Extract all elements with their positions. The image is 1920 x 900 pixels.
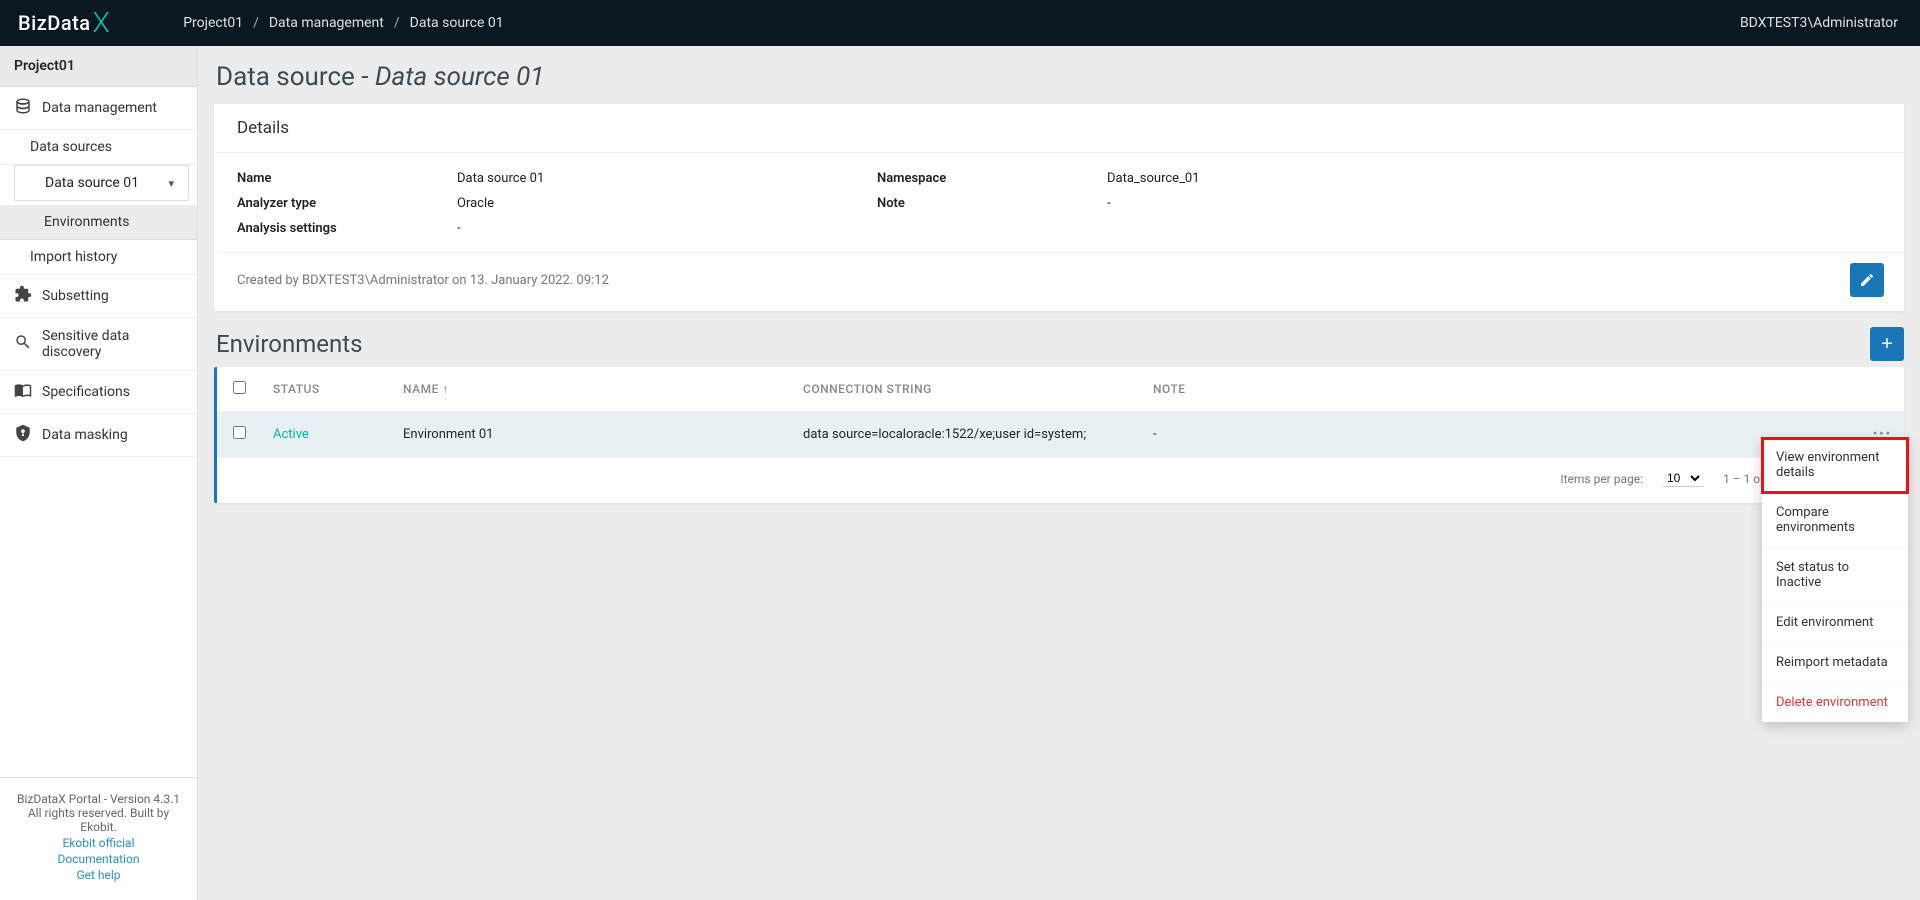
row-name: Environment 01 <box>391 412 791 458</box>
breadcrumb: Project01 / Data management / Data sourc… <box>183 15 503 31</box>
select-all-checkbox[interactable] <box>233 381 246 394</box>
environments-table: STATUS NAME ↑ CONNECTION STRING NOTE Act… <box>217 367 1904 458</box>
page-title-prefix: Data source - <box>216 62 375 92</box>
col-conn[interactable]: CONNECTION STRING <box>791 367 1141 412</box>
environments-section-title: Environments + <box>216 327 1904 361</box>
breadcrumb-sep: / <box>394 15 400 31</box>
row-note: - <box>1141 412 1854 458</box>
breadcrumb-item-project[interactable]: Project01 <box>183 15 243 31</box>
puzzle-icon <box>14 285 32 307</box>
footer-link-ekobit[interactable]: Ekobit official <box>10 836 187 850</box>
row-context-menu: View environment details Compare environ… <box>1762 438 1908 722</box>
footer-link-docs[interactable]: Documentation <box>10 852 187 866</box>
sidebar-sub-import-history[interactable]: Import history <box>0 240 197 275</box>
menu-reimport-metadata[interactable]: Reimport metadata <box>1762 643 1908 683</box>
env-header-text: Environments <box>216 330 362 358</box>
pager-label: Items per page: <box>1560 472 1643 486</box>
shield-icon <box>14 424 32 446</box>
database-icon <box>14 97 32 119</box>
sidebar-item-sensitive-discovery[interactable]: Sensitive data discovery <box>0 318 197 371</box>
detail-label-analyzer: Analyzer type <box>237 196 457 211</box>
edit-icon <box>1859 272 1875 288</box>
sidebar: Project01 Data management Data sources D… <box>0 46 198 900</box>
breadcrumb-item-dm[interactable]: Data management <box>269 15 384 31</box>
sidebar-sub-environments[interactable]: Environments <box>0 205 197 240</box>
sidebar-project[interactable]: Project01 <box>0 46 197 87</box>
row-conn: data source=localoracle:1522/xe;user id=… <box>791 412 1141 458</box>
col-status[interactable]: STATUS <box>261 367 391 412</box>
logo-text: BizData <box>18 11 91 35</box>
details-card-header: Details <box>217 104 1904 153</box>
search-icon <box>14 333 32 355</box>
sidebar-item-label: Subsetting <box>42 288 109 304</box>
sidebar-sub-data-sources[interactable]: Data sources <box>0 130 197 165</box>
details-card: Details Name Data source 01 Namespace Da… <box>214 104 1904 311</box>
add-environment-button[interactable]: + <box>1870 327 1904 361</box>
menu-delete-environment[interactable]: Delete environment <box>1762 683 1908 722</box>
sidebar-footer: BizDataX Portal - Version 4.3.1 All righ… <box>0 777 197 900</box>
items-per-page-select[interactable]: 10 <box>1663 470 1703 487</box>
row-status: Active <box>261 412 391 458</box>
created-text: Created by BDXTEST3\Administrator on 13.… <box>237 273 609 288</box>
footer-copyright: All rights reserved. Built by Ekobit. <box>10 806 187 834</box>
footer-link-help[interactable]: Get help <box>10 868 187 882</box>
detail-value-settings: - <box>457 221 877 236</box>
breadcrumb-item-ds[interactable]: Data source 01 <box>410 15 504 31</box>
menu-set-inactive[interactable]: Set status to Inactive <box>1762 548 1908 603</box>
detail-value-analyzer: Oracle <box>457 196 877 211</box>
logo[interactable]: BizDataX <box>0 7 128 40</box>
detail-label-name: Name <box>237 171 457 186</box>
sidebar-sub-data-source-01[interactable]: Data source 01 ▾ <box>14 165 189 201</box>
detail-label-settings: Analysis settings <box>237 221 457 236</box>
edit-button[interactable] <box>1850 263 1884 297</box>
sidebar-item-data-management[interactable]: Data management <box>0 87 197 130</box>
sidebar-item-specifications[interactable]: Specifications <box>0 371 197 414</box>
chevron-down-icon: ▾ <box>168 177 174 190</box>
sidebar-item-data-masking[interactable]: Data masking <box>0 414 197 457</box>
user-label[interactable]: BDXTEST3\Administrator <box>1740 15 1920 31</box>
breadcrumb-sep: / <box>253 15 259 31</box>
sidebar-item-subsetting[interactable]: Subsetting <box>0 275 197 318</box>
col-name[interactable]: NAME ↑ <box>391 367 791 412</box>
table-row[interactable]: Active Environment 01 data source=localo… <box>217 412 1904 458</box>
pager: Items per page: 10 1 – 1 of 1 |◂ ◂ ▸ ▸| <box>217 458 1904 499</box>
main-content: Data source - Data source 01 Details Nam… <box>198 46 1920 900</box>
detail-value-name: Data source 01 <box>457 171 877 186</box>
detail-label-note: Note <box>877 196 1107 211</box>
footer-version: BizDataX Portal - Version 4.3.1 <box>10 792 187 806</box>
menu-view-details[interactable]: View environment details <box>1762 438 1908 493</box>
page-title-name: Data source 01 <box>375 62 545 92</box>
sort-asc-icon: ↑ <box>442 382 449 396</box>
detail-value-note: - <box>1107 196 1884 211</box>
logo-x-icon: X <box>93 6 111 39</box>
row-checkbox[interactable] <box>233 426 246 439</box>
detail-value-namespace: Data_source_01 <box>1107 171 1884 186</box>
detail-label-namespace: Namespace <box>877 171 1107 186</box>
sidebar-item-label: Data management <box>42 100 157 116</box>
sidebar-item-label: Data masking <box>42 427 128 443</box>
menu-edit-environment[interactable]: Edit environment <box>1762 603 1908 643</box>
menu-compare-environments[interactable]: Compare environments <box>1762 493 1908 548</box>
sidebar-item-label: Sensitive data discovery <box>42 328 183 360</box>
environments-table-card: STATUS NAME ↑ CONNECTION STRING NOTE Act… <box>214 367 1904 503</box>
page-title: Data source - Data source 01 <box>216 62 1904 92</box>
sidebar-item-label: Specifications <box>42 384 130 400</box>
sidebar-sub-label: Data source 01 <box>45 175 139 191</box>
col-note[interactable]: NOTE <box>1141 367 1854 412</box>
book-icon <box>14 381 32 403</box>
top-header: BizDataX Project01 / Data management / D… <box>0 0 1920 46</box>
